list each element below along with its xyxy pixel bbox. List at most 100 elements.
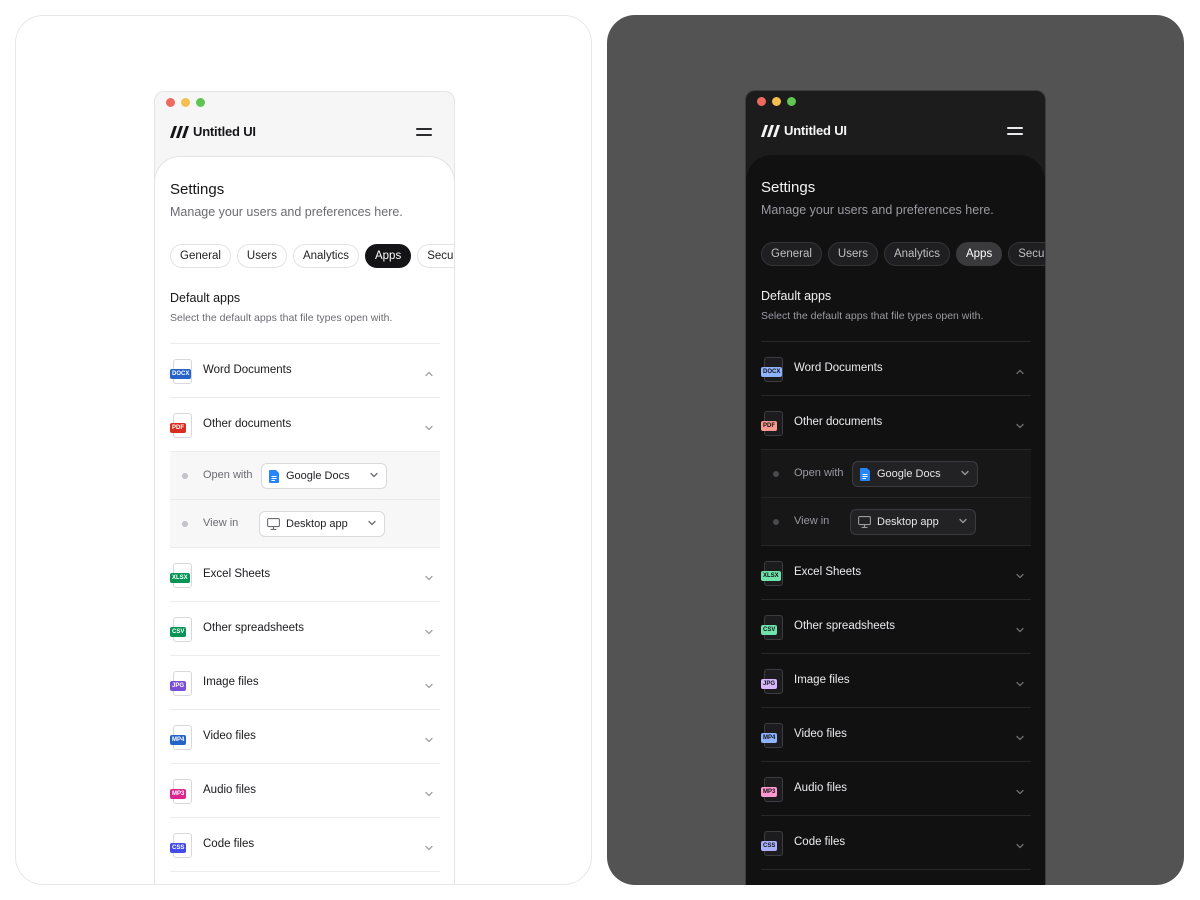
chevron-down-icon[interactable] [424, 420, 434, 431]
chevron-down-icon[interactable] [424, 570, 434, 581]
file-type-row[interactable]: CSV Other spreadsheets [761, 600, 1031, 654]
bullet [773, 519, 779, 525]
file-type-row[interactable]: MP3 Audio files [170, 764, 440, 818]
chevron-down-icon [369, 470, 379, 483]
bullet [182, 521, 188, 527]
file-type-row[interactable]: PDF Other documents [170, 398, 440, 452]
chevron-down-icon [367, 518, 377, 531]
brand-logo[interactable]: Untitled UI [761, 123, 847, 138]
file-type-label: Code files [203, 838, 255, 850]
chevron-down-icon[interactable] [1015, 622, 1025, 633]
tab-users[interactable]: Users [236, 244, 287, 268]
file-type-label: Video files [203, 730, 256, 742]
chevron-down-icon[interactable] [424, 678, 434, 689]
tab-apps[interactable]: Apps [955, 242, 1003, 266]
file-type-row[interactable]: CSS Code files [170, 818, 440, 872]
monitor-icon [267, 518, 280, 530]
chevron-down-icon[interactable] [1015, 676, 1025, 687]
google-docs-icon [269, 469, 279, 483]
close-window-button[interactable] [757, 97, 766, 106]
file-icon: XLSX [170, 563, 194, 589]
tab-analytics[interactable]: Analytics [292, 244, 359, 268]
chevron-up-icon[interactable] [424, 366, 434, 377]
tab-security[interactable]: Security [417, 244, 454, 268]
top-bar: Untitled UI [155, 116, 454, 156]
hamburger-menu-icon[interactable] [1007, 127, 1023, 137]
file-icon: CSV [170, 617, 194, 643]
file-type-row[interactable]: JPG Image files [170, 656, 440, 710]
settings-sheet: Settings Manage your users and preferenc… [746, 155, 1045, 885]
view-in-select[interactable]: Desktop app [259, 511, 385, 537]
file-type-label: Video files [794, 728, 847, 740]
file-type-row[interactable]: DOCX Word Documents [170, 344, 440, 398]
file-badge: DOCX [170, 369, 192, 379]
file-badge: XLSX [170, 573, 190, 583]
file-icon: CSS [170, 833, 194, 859]
view-in-select[interactable]: Desktop app [850, 509, 976, 535]
file-type-row[interactable]: DOCX Word Documents [761, 342, 1031, 396]
tab-general[interactable]: General [761, 242, 822, 266]
file-type-row[interactable]: MP3 Audio files [761, 762, 1031, 816]
file-icon: DOCX [170, 359, 194, 385]
chevron-down-icon[interactable] [424, 840, 434, 851]
brand-name: Untitled UI [784, 123, 847, 138]
tab-analytics[interactable]: Analytics [883, 242, 950, 266]
chevron-down-icon[interactable] [1015, 418, 1025, 429]
close-window-button[interactable] [166, 98, 175, 107]
chevron-down-icon[interactable] [1015, 784, 1025, 795]
file-type-label: Other spreadsheets [203, 622, 305, 634]
file-type-row[interactable]: MP4 Video files [761, 708, 1031, 762]
file-badge: CSS [170, 843, 187, 853]
file-type-row[interactable]: MP4 Video files [170, 710, 440, 764]
file-badge: CSS [761, 841, 778, 851]
section-description: Select the default apps that file types … [170, 312, 393, 324]
file-type-row[interactable]: XLSX Excel Sheets [761, 546, 1031, 600]
section-title: Default apps [761, 289, 832, 303]
file-type-list: DOCX Word Documents PDF Other documents Open… [170, 343, 440, 872]
page-title: Settings [170, 181, 225, 198]
file-icon: MP3 [170, 779, 194, 805]
dark-theme-panel: Untitled UI Settings Manage your users a… [607, 15, 1184, 885]
file-icon: XLSX [761, 561, 785, 587]
view-in-row: View in Desktop app [170, 500, 440, 548]
chevron-down-icon[interactable] [424, 732, 434, 743]
chevron-down-icon[interactable] [424, 786, 434, 797]
chevron-down-icon [958, 516, 968, 529]
minimize-window-button[interactable] [181, 98, 190, 107]
tab-apps[interactable]: Apps [364, 244, 412, 268]
window-controls [166, 98, 205, 107]
view-in-value: Desktop app [286, 518, 348, 530]
light-theme-panel: Untitled UI Settings Manage your users a… [15, 15, 592, 885]
chevron-down-icon[interactable] [1015, 568, 1025, 579]
chevron-down-icon[interactable] [424, 624, 434, 635]
file-icon: PDF [170, 413, 194, 439]
app-window: Untitled UI Settings Manage your users a… [154, 91, 455, 884]
file-type-row[interactable]: XLSX Excel Sheets [170, 548, 440, 602]
file-type-label: Word Documents [794, 362, 883, 374]
minimize-window-button[interactable] [772, 97, 781, 106]
file-type-row[interactable]: PDF Other documents [761, 396, 1031, 450]
brand-logo[interactable]: Untitled UI [170, 124, 256, 139]
maximize-window-button[interactable] [787, 97, 796, 106]
view-in-row: View in Desktop app [761, 498, 1031, 546]
chevron-down-icon[interactable] [1015, 730, 1025, 741]
open-with-row: Open with Google Docs [761, 450, 1031, 498]
open-with-row: Open with Google Docs [170, 452, 440, 500]
file-type-list: DOCX Word Documents PDF Other documents Open… [761, 341, 1031, 870]
tab-users[interactable]: Users [827, 242, 878, 266]
maximize-window-button[interactable] [196, 98, 205, 107]
file-type-row[interactable]: CSV Other spreadsheets [170, 602, 440, 656]
tab-general[interactable]: General [170, 244, 231, 268]
tab-security[interactable]: Security [1008, 242, 1045, 266]
chevron-down-icon[interactable] [1015, 838, 1025, 849]
file-type-row[interactable]: CSS Code files [761, 816, 1031, 870]
open-with-select[interactable]: Google Docs [261, 463, 387, 489]
file-type-row[interactable]: JPG Image files [761, 654, 1031, 708]
open-with-select[interactable]: Google Docs [852, 461, 978, 487]
page-subtitle: Manage your users and preferences here. [170, 205, 403, 219]
brand-name: Untitled UI [193, 124, 256, 139]
section-title: Default apps [170, 291, 241, 305]
chevron-up-icon[interactable] [1015, 364, 1025, 375]
hamburger-menu-icon[interactable] [416, 128, 432, 138]
settings-sheet: Settings Manage your users and preferenc… [155, 156, 454, 884]
